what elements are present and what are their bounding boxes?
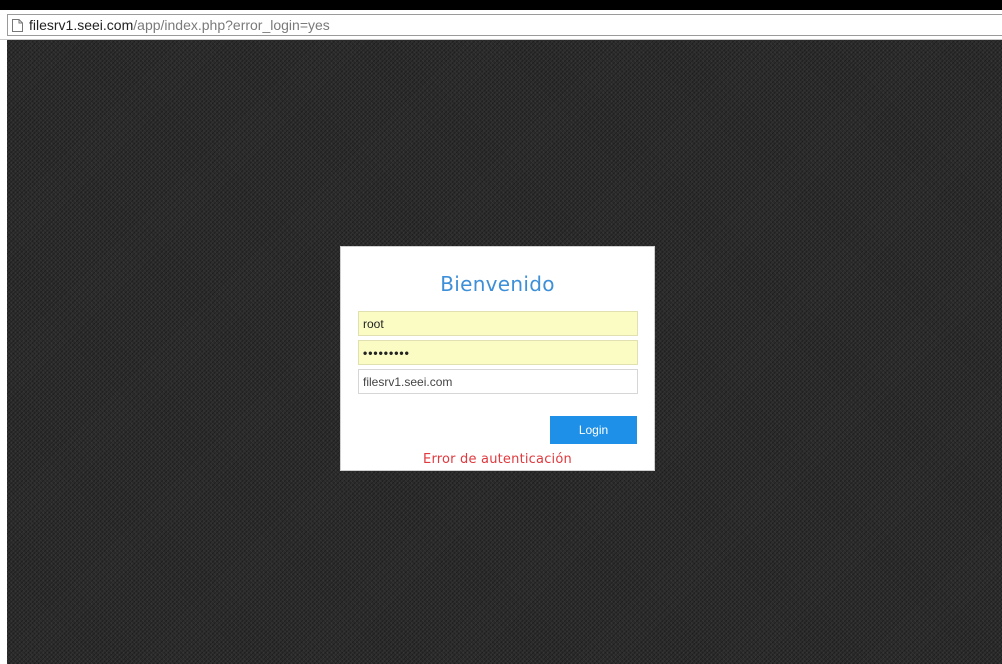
password-input[interactable] bbox=[358, 340, 638, 365]
url-text: filesrv1.seei.com/app/index.php?error_lo… bbox=[29, 17, 330, 33]
welcome-title: Bienvenido bbox=[440, 272, 555, 296]
login-panel: Bienvenido Login Error de autenticación bbox=[340, 246, 655, 471]
address-bar: filesrv1.seei.com/app/index.php?error_lo… bbox=[0, 10, 1002, 40]
server-input[interactable] bbox=[358, 369, 638, 394]
username-input[interactable] bbox=[358, 311, 638, 336]
url-path: /app/index.php?error_login=yes bbox=[133, 17, 330, 33]
login-button[interactable]: Login bbox=[550, 416, 637, 444]
url-host: filesrv1.seei.com bbox=[29, 17, 134, 33]
page-icon bbox=[12, 18, 23, 32]
url-field[interactable]: filesrv1.seei.com/app/index.php?error_lo… bbox=[7, 14, 1002, 36]
page-background: Bienvenido Login Error de autenticación bbox=[7, 40, 1002, 664]
error-message: Error de autenticación bbox=[423, 452, 572, 467]
window-top-edge bbox=[0, 0, 1002, 10]
